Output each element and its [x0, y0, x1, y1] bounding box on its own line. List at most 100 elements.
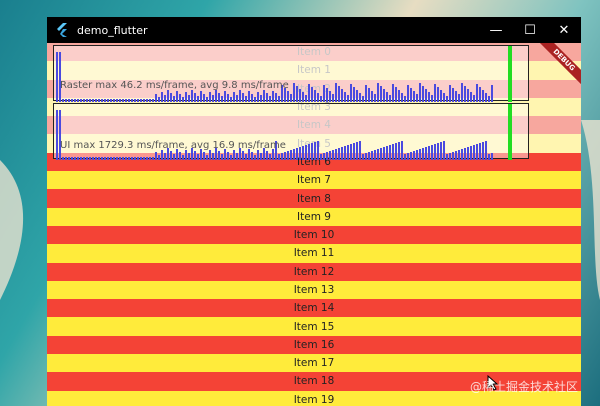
frame-bar [317, 141, 319, 160]
list-item[interactable]: Item 8 [47, 189, 581, 208]
frame-bar [56, 110, 58, 160]
frame-bar [137, 157, 139, 160]
frame-bar [410, 88, 412, 102]
frame-bar [266, 151, 268, 160]
frame-bar [287, 151, 289, 160]
list-item[interactable]: Item 17 [47, 354, 581, 373]
ui-graph: UI max 1729.3 ms/frame, avg 16.9 ms/fram… [53, 103, 529, 160]
frame-bar [146, 99, 148, 102]
frame-bar [107, 99, 109, 102]
frame-bar [74, 99, 76, 102]
frame-bar [413, 91, 415, 102]
frame-bar [323, 153, 325, 160]
frame-bar [371, 151, 373, 160]
list-item[interactable]: Item 14 [47, 299, 581, 318]
frame-bar [110, 99, 112, 102]
frame-bar [296, 86, 298, 102]
frame-bar [242, 151, 244, 160]
close-icon: ✕ [558, 22, 570, 38]
frame-bar [302, 146, 304, 160]
frame-bar [230, 155, 232, 160]
frame-bar [89, 99, 91, 102]
frame-bar [143, 157, 145, 160]
frame-bar [476, 144, 478, 160]
frame-bar [482, 90, 484, 102]
frame-bar [386, 92, 388, 102]
frame-bar [449, 85, 451, 102]
list-item[interactable]: Item 15 [47, 317, 581, 336]
frame-bar [128, 157, 130, 160]
frame-bar [437, 87, 439, 102]
raster-label: Raster max 46.2 ms/frame, avg 9.8 ms/fra… [60, 80, 289, 91]
list-item[interactable]: Item 9 [47, 207, 581, 226]
frame-bar [371, 91, 373, 102]
frame-bar [233, 92, 235, 102]
frame-bar [440, 142, 442, 160]
frame-bar [341, 147, 343, 160]
close-button[interactable]: ✕ [547, 17, 581, 43]
list-item[interactable]: Item 16 [47, 335, 581, 355]
frame-bar [164, 95, 166, 102]
frame-bar [212, 153, 214, 160]
frame-bar [113, 157, 115, 160]
frame-bar [383, 89, 385, 102]
frame-bar [344, 92, 346, 102]
frame-bar [347, 145, 349, 160]
frame-bar [476, 84, 478, 102]
frame-bar [197, 154, 199, 160]
frame-bar [179, 94, 181, 102]
frame-bar [236, 95, 238, 102]
frame-bar [302, 92, 304, 102]
frame-bar [194, 151, 196, 160]
frame-bar [308, 84, 310, 102]
frame-bar [245, 154, 247, 160]
frame-bar [341, 89, 343, 102]
frame-bar [254, 97, 256, 102]
frame-bar [383, 147, 385, 160]
frame-bar [212, 95, 214, 102]
list-item[interactable]: Item 12 [47, 262, 581, 281]
frame-bar [350, 84, 352, 102]
frame-bar [473, 95, 475, 102]
frame-bar [320, 96, 322, 102]
frame-bar [404, 154, 406, 160]
frame-bar [428, 92, 430, 102]
frame-bar [488, 154, 490, 160]
ui-label: UI max 1729.3 ms/frame, avg 16.9 ms/fram… [60, 140, 286, 151]
list-item[interactable]: Item 11 [47, 244, 581, 263]
frame-bar [332, 150, 334, 160]
frame-bar [146, 157, 148, 160]
watermark: @稀土掘金技术社区 [470, 380, 579, 394]
frame-bar [83, 157, 85, 160]
frame-bar [410, 152, 412, 160]
maximize-button[interactable]: ☐ [513, 17, 547, 43]
frame-bar [380, 148, 382, 160]
frame-bar [344, 146, 346, 160]
frame-bar [149, 99, 151, 102]
minimize-button[interactable]: — [479, 17, 513, 43]
frame-bar [356, 90, 358, 102]
frame-bar [191, 90, 193, 102]
frame-bar [485, 93, 487, 102]
frame-bar [266, 93, 268, 102]
frame-bar [104, 157, 106, 160]
frame-bar [143, 99, 145, 102]
frame-bar [179, 152, 181, 160]
list-item[interactable]: Item 7 [47, 171, 581, 190]
frame-bar [152, 99, 154, 102]
frame-bar [149, 157, 151, 160]
frame-bar [221, 154, 223, 160]
frame-bar [305, 95, 307, 102]
frame-bar [101, 99, 103, 102]
frame-bar [122, 99, 124, 102]
frame-bar [62, 99, 64, 102]
frame-bar [290, 94, 292, 102]
frame-bar [359, 141, 361, 160]
frame-bar [167, 90, 169, 102]
frame-bar [92, 99, 94, 102]
frame-bar [83, 99, 85, 102]
frame-bar [107, 157, 109, 160]
list-item[interactable]: Item 13 [47, 280, 581, 300]
list-item[interactable]: Item 10 [47, 225, 581, 245]
title-bar[interactable]: demo_flutter — ☐ ✕ [47, 17, 581, 43]
